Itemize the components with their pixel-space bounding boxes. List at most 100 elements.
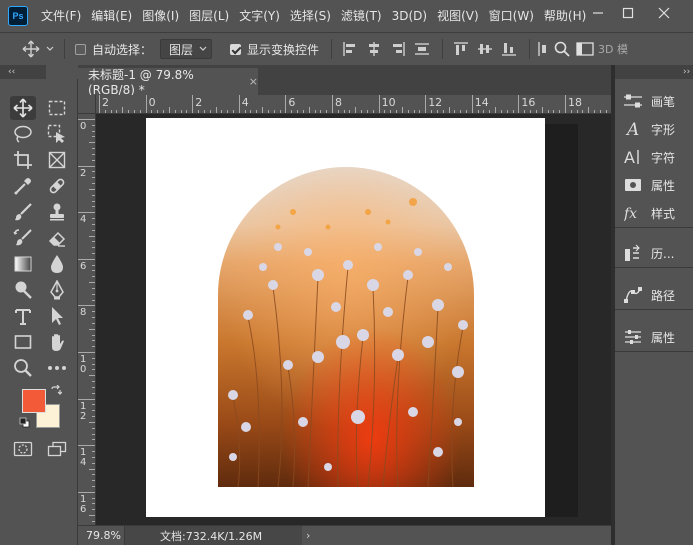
canvas[interactable]: [146, 118, 545, 517]
align-horizontal-centers-icon[interactable]: [366, 41, 382, 57]
panel-brush-settings[interactable]: 画笔: [615, 87, 693, 115]
history-brush-tool[interactable]: [10, 226, 36, 250]
path-selection-tool[interactable]: [44, 304, 70, 328]
ruler-minor-tick: [89, 235, 95, 237]
eraser-tool[interactable]: [44, 226, 70, 250]
minimize-icon: [593, 12, 603, 14]
quick-mask-button[interactable]: [10, 437, 36, 461]
screen-mode-button[interactable]: [44, 437, 70, 461]
ruler-minor-tick: [541, 107, 543, 113]
hand-tool[interactable]: [44, 330, 70, 354]
close-window-button[interactable]: [648, 0, 680, 26]
gradient-icon: [14, 256, 32, 272]
crop-tool[interactable]: [10, 148, 36, 172]
document-tab[interactable]: 未标题-1 @ 79.8%(RGB/8) * ×: [78, 68, 258, 97]
menu-3d[interactable]: 3D(D): [387, 0, 432, 32]
lasso-tool[interactable]: [10, 122, 36, 146]
show-transform-checkbox[interactable]: [230, 43, 242, 55]
dodge-tool[interactable]: [10, 278, 36, 302]
document-size: 文档:732.4K/1.26M: [160, 529, 263, 543]
distribute-vertical-icon[interactable]: [414, 41, 430, 57]
ruler-origin[interactable]: [78, 95, 96, 114]
align-left-edges-icon[interactable]: [342, 41, 358, 57]
swap-colors-icon[interactable]: [50, 384, 63, 400]
ruler-label: 0: [148, 96, 156, 109]
canvas-viewport[interactable]: [96, 114, 611, 525]
align-bottom-edges-icon[interactable]: [501, 41, 517, 57]
distribute-horizontal-icon[interactable]: [536, 41, 548, 57]
layer-select-dropdown[interactable]: 图层: [160, 39, 213, 59]
close-tab-icon[interactable]: ×: [249, 75, 258, 88]
type-tool[interactable]: [10, 304, 36, 328]
more-tools-button[interactable]: [44, 356, 70, 380]
menu-select[interactable]: 选择(S): [285, 0, 336, 32]
collapse-toolbar-button[interactable]: ‹‹: [0, 65, 46, 79]
menu-view[interactable]: 视图(V): [432, 0, 484, 32]
move-tool[interactable]: [10, 96, 36, 120]
zoom-tool[interactable]: [10, 356, 36, 380]
menu-file[interactable]: 文件(F): [36, 0, 86, 32]
panel-styles[interactable]: fx 样式: [615, 199, 693, 227]
ruler-label: 16: [521, 96, 536, 109]
ruler-label: 1 4: [80, 447, 87, 469]
rectangle-tool[interactable]: [10, 330, 36, 354]
ruler-label: 14: [474, 96, 489, 109]
document-tab-bar: 未标题-1 @ 79.8%(RGB/8) * ×: [78, 65, 611, 97]
align-top-edges-icon[interactable]: [453, 41, 469, 57]
default-colors-icon[interactable]: [19, 417, 31, 432]
svg-text:fx: fx: [624, 206, 637, 222]
ruler-major-tick: [378, 95, 380, 113]
menu-window[interactable]: 窗口(W): [484, 0, 539, 32]
ruler-minor-tick: [355, 107, 357, 113]
panel-label: 样式: [651, 206, 676, 221]
panel-paths[interactable]: 路径: [615, 281, 693, 309]
menu-type[interactable]: 文字(Y): [234, 0, 285, 32]
clone-stamp-tool[interactable]: [44, 200, 70, 224]
styles-icon: fx: [623, 203, 643, 223]
healing-brush-tool[interactable]: [44, 174, 70, 198]
gradient-tool[interactable]: [10, 252, 36, 276]
minimize-button[interactable]: [582, 0, 614, 26]
ruler-label: 6: [288, 96, 296, 109]
frame-tool[interactable]: [44, 148, 70, 172]
restore-button[interactable]: [612, 0, 644, 26]
vertical-ruler[interactable]: 0 2 4 6 8 1 0 1 2 1 4 1 6: [78, 114, 96, 525]
panel-group-type: 画笔 A 字形 A 字符 属性 fx 样式: [615, 87, 693, 228]
auto-select-checkbox[interactable]: [75, 43, 86, 55]
document-info[interactable]: 文档:732.4K/1.26M: [124, 525, 302, 545]
menu-edit[interactable]: 编辑(E): [86, 0, 137, 32]
ruler-major-tick: [285, 95, 287, 113]
foreground-color-swatch[interactable]: [22, 389, 46, 413]
menu-layer[interactable]: 图层(L): [184, 0, 234, 32]
ruler-major-tick: [518, 95, 520, 113]
brush-icon: [15, 203, 32, 221]
ruler-minor-tick: [89, 515, 95, 517]
align-right-edges-icon[interactable]: [390, 41, 406, 57]
glyphs-icon: A: [623, 119, 643, 139]
panel-character[interactable]: A 字符: [615, 143, 693, 171]
align-vertical-centers-icon[interactable]: [477, 41, 493, 57]
panel-history[interactable]: 历...: [615, 239, 693, 267]
marquee-tool[interactable]: [44, 96, 70, 120]
object-selection-tool[interactable]: [44, 122, 70, 146]
ruler-label: 8: [335, 96, 342, 109]
workspace-icon[interactable]: [576, 42, 594, 56]
ruler-minor-tick: [495, 107, 497, 113]
panel-properties[interactable]: 属性: [615, 171, 693, 199]
menu-filter[interactable]: 滤镜(T): [336, 0, 387, 32]
panel-glyphs[interactable]: A 字形: [615, 115, 693, 143]
menu-image[interactable]: 图像(I): [137, 0, 184, 32]
zoom-level[interactable]: 79.8%: [78, 529, 124, 542]
chevron-down-icon[interactable]: [46, 46, 54, 52]
horizontal-ruler[interactable]: 2 0 2 4 6 8 10 12 14 16 18: [96, 95, 611, 114]
blur-tool[interactable]: [44, 252, 70, 276]
panel-adjustment-properties[interactable]: 属性: [615, 323, 693, 351]
eyedropper-tool[interactable]: [10, 174, 36, 198]
move-tool-preset-icon[interactable]: [22, 40, 40, 58]
brush-tool[interactable]: [10, 200, 36, 224]
menu-bar: Ps 文件(F) 编辑(E) 图像(I) 图层(L) 文字(Y) 选择(S) 滤…: [0, 0, 693, 32]
collapse-panels-button[interactable]: ››: [615, 65, 693, 79]
pen-tool[interactable]: [44, 278, 70, 302]
status-menu-arrow-icon[interactable]: ›: [306, 529, 310, 542]
search-icon[interactable]: [554, 41, 570, 57]
